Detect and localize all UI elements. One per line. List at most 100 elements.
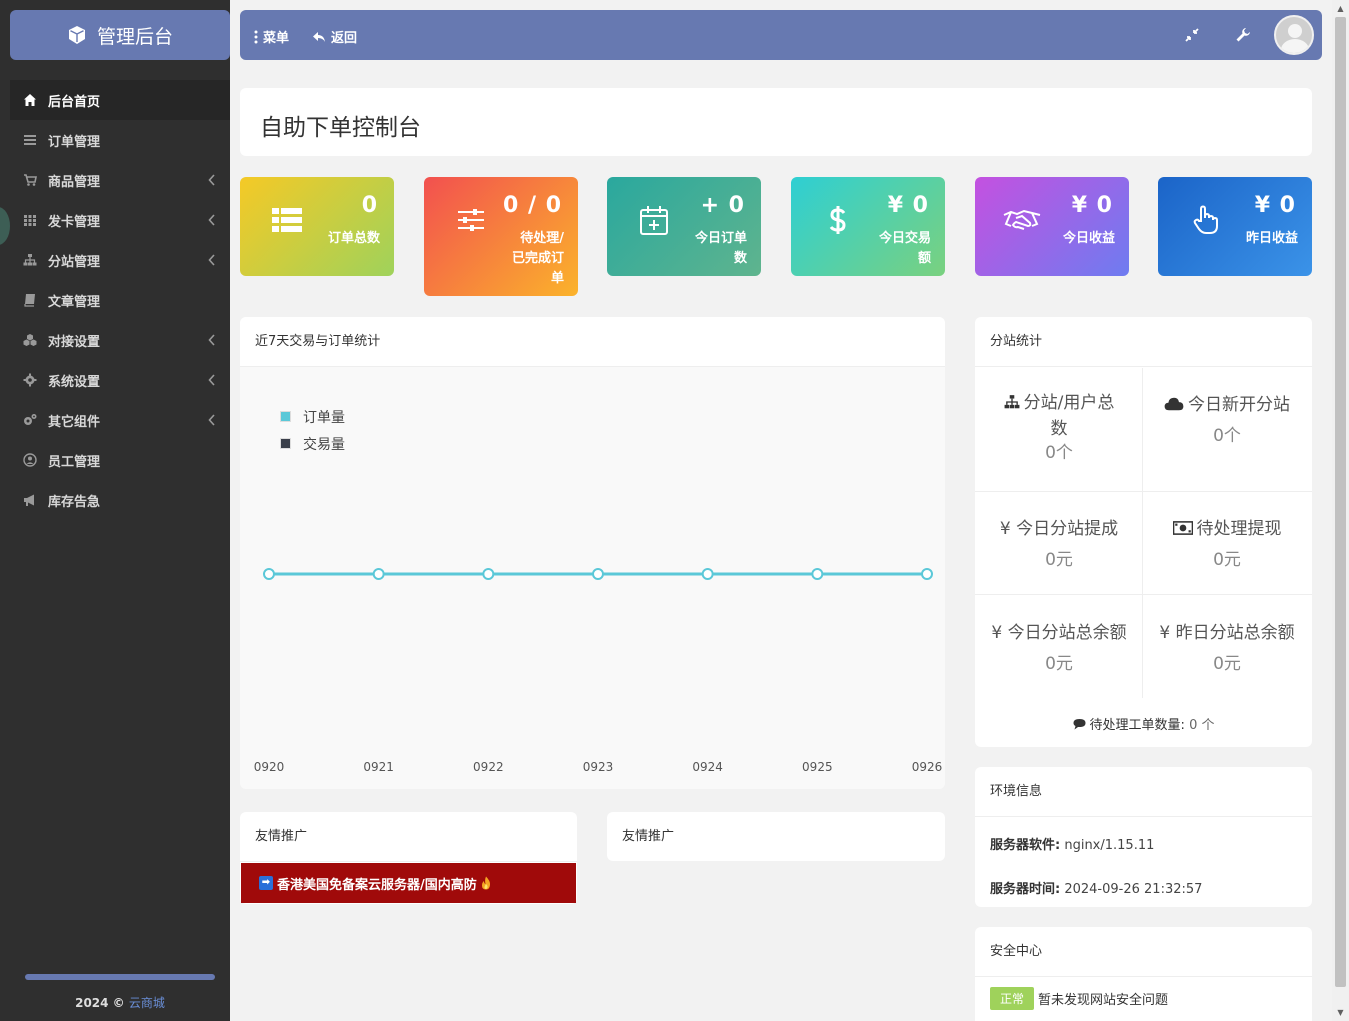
stat-label: 今日收益 xyxy=(1062,231,1115,246)
sidebar-item-cards[interactable]: 发卡管理 xyxy=(10,200,230,240)
page-scrollbar[interactable]: ▲ ▼ xyxy=(1332,0,1349,1021)
sidebar-item-home[interactable]: 后台首页 xyxy=(10,80,230,120)
data-point[interactable] xyxy=(921,568,933,580)
sidebar-drag-handle[interactable] xyxy=(0,207,10,245)
menu-toggle-button[interactable]: 菜单 xyxy=(254,27,289,46)
security-panel-title: 安全中心 xyxy=(975,927,1312,977)
back-button[interactable]: 返回 xyxy=(312,27,357,46)
x-tick-label: 0926 xyxy=(912,760,943,774)
grid-divider xyxy=(975,491,1312,492)
stat-value: 0元 xyxy=(1213,654,1241,674)
calendar-plus-icon xyxy=(637,203,671,237)
cloud-icon xyxy=(1164,397,1184,411)
sidebar-item-orders[interactable]: 订单管理 xyxy=(10,120,230,160)
chevron-left-icon xyxy=(208,174,216,186)
chart-panel: 近7天交易与订单统计 订单量 交易量 0920 0921 0922 0923 0924 0… xyxy=(240,317,945,789)
footer-copyright: 2024 © xyxy=(75,996,125,1010)
x-tick-label: 0921 xyxy=(363,760,394,774)
sidebar-item-system-settings[interactable]: 系统设置 xyxy=(10,360,230,400)
scrollbar-thumb[interactable] xyxy=(1335,17,1346,987)
sidebar-item-label: 员工管理 xyxy=(48,454,101,470)
promo-link-text: 香港美国免备案云服务器/国内高防 xyxy=(277,877,477,893)
sidebar-item-stock-alert[interactable]: 库存告急 xyxy=(10,480,230,520)
sliders-icon xyxy=(454,203,488,237)
handshake-icon xyxy=(1002,203,1042,237)
sidebar-item-integration[interactable]: 对接设置 xyxy=(10,320,230,360)
sidebar-item-products[interactable]: 商品管理 xyxy=(10,160,230,200)
ticket-label: 待处理工单数量: xyxy=(1089,718,1185,733)
environment-panel: 环境信息 服务器软件: nginx/1.15.11 服务器时间: 2024-09… xyxy=(975,767,1312,907)
sidebar-item-staff[interactable]: 员工管理 xyxy=(10,440,230,480)
stat-label: 订单总数 xyxy=(327,231,380,246)
stat-value: 0元 xyxy=(1213,550,1241,570)
settings-wrench-button[interactable] xyxy=(1235,27,1251,43)
stat-branch-users: 分站/用户总数 0个 xyxy=(975,390,1143,463)
sidebar-item-label: 订单管理 xyxy=(48,134,101,150)
brand-logo[interactable]: 管理后台 xyxy=(10,10,230,60)
data-point[interactable] xyxy=(592,568,604,580)
stat-value: + 0 xyxy=(700,193,745,218)
sidebar-item-label: 发卡管理 xyxy=(48,214,101,230)
stat-card-pending-completed[interactable]: 0 / 0 待处理/已完成订单 xyxy=(424,177,578,296)
sidebar-footer: 2024 © 云商城 xyxy=(0,994,240,1011)
ticket-count: 0 个 xyxy=(1189,718,1215,733)
server-time-label: 服务器时间: xyxy=(990,882,1061,897)
stat-title: 今日新开分站 xyxy=(1188,395,1290,415)
stat-card-yesterday-profit[interactable]: ¥ 0 昨日收益 xyxy=(1158,177,1312,276)
data-point[interactable] xyxy=(263,568,275,580)
sidebar-item-label: 其它组件 xyxy=(48,414,101,430)
cube-icon xyxy=(68,26,85,44)
stat-card-today-revenue[interactable]: ¥ 0 今日交易额 xyxy=(791,177,945,276)
data-point[interactable] xyxy=(372,568,385,580)
promo-title: 友情推广 xyxy=(240,812,577,862)
dollar-icon xyxy=(821,203,855,237)
arrow-right-icon: ➡ xyxy=(259,876,273,890)
sidebar-menu: 后台首页 订单管理 商品管理 发卡管理 分站管理 文章管理 对接设置 系统设置 … xyxy=(10,80,230,520)
sidebar-item-label: 系统设置 xyxy=(48,374,101,390)
data-point[interactable] xyxy=(811,568,824,580)
sidebar: 管理后台 后台首页 订单管理 商品管理 发卡管理 分站管理 文章管理 对接设置 … xyxy=(0,0,230,1021)
stat-label: 待处理/已完成订单 xyxy=(511,231,564,286)
chevron-left-icon xyxy=(208,334,216,346)
home-icon xyxy=(22,92,38,108)
promo-panel-2: 友情推广 xyxy=(607,812,945,861)
user-avatar[interactable] xyxy=(1274,15,1314,55)
pending-tickets[interactable]: 待处理工单数量: 0 个 xyxy=(975,714,1312,733)
stat-card-today-orders[interactable]: + 0 今日订单数 xyxy=(607,177,761,276)
top-navbar: 菜单 返回 xyxy=(240,10,1322,60)
stat-title: 分站/用户总数 xyxy=(1023,393,1115,439)
sidebar-item-components[interactable]: 其它组件 xyxy=(10,400,230,440)
stat-card-total-orders[interactable]: 0 订单总数 xyxy=(240,177,394,276)
data-point[interactable] xyxy=(482,568,495,580)
env-panel-title: 环境信息 xyxy=(975,767,1312,817)
stat-label: 昨日收益 xyxy=(1245,231,1298,246)
sitemap-icon xyxy=(22,252,38,268)
compress-icon xyxy=(1185,28,1199,42)
security-panel: 安全中心 正常 暂未发现网站安全问题 xyxy=(975,927,1312,1021)
stat-value: 0 / 0 xyxy=(503,193,562,218)
footer-link[interactable]: 云商城 xyxy=(129,996,165,1010)
sidebar-item-articles[interactable]: 文章管理 xyxy=(10,280,230,320)
promo-link[interactable]: ➡ 香港美国免备案云服务器/国内高防 xyxy=(241,863,576,903)
stat-value: 0元 xyxy=(1045,550,1073,570)
status-badge: 正常 xyxy=(990,987,1035,1010)
stat-card-today-profit[interactable]: ¥ 0 今日收益 xyxy=(975,177,1129,276)
sidebar-item-branches[interactable]: 分站管理 xyxy=(10,240,230,280)
data-point[interactable] xyxy=(701,568,714,580)
cubes-icon xyxy=(22,332,38,348)
grid-icon xyxy=(22,212,38,228)
sidebar-item-label: 商品管理 xyxy=(48,174,101,190)
stat-yesterday-branch-balance: ¥ 昨日分站总余额 0元 xyxy=(1143,618,1311,674)
scroll-down-arrow-icon[interactable]: ▼ xyxy=(1336,1008,1345,1017)
stat-title: ¥ 今日分站提成 xyxy=(999,519,1119,539)
x-tick-label: 0923 xyxy=(583,760,614,774)
fullscreen-button[interactable] xyxy=(1184,27,1200,43)
server-software-label: 服务器软件: xyxy=(990,838,1061,853)
server-time-value: 2024-09-26 21:32:57 xyxy=(1064,882,1203,897)
stat-value: ¥ 0 xyxy=(887,193,929,218)
line-chart: 0920 0921 0922 0923 0924 0925 0926 xyxy=(254,568,943,774)
stat-value: ¥ 0 xyxy=(1254,193,1296,218)
scroll-up-arrow-icon[interactable]: ▲ xyxy=(1336,4,1345,13)
chart-panel-title: 近7天交易与订单统计 xyxy=(240,317,945,367)
stat-today-commission: ¥ 今日分站提成 0元 xyxy=(975,514,1143,570)
